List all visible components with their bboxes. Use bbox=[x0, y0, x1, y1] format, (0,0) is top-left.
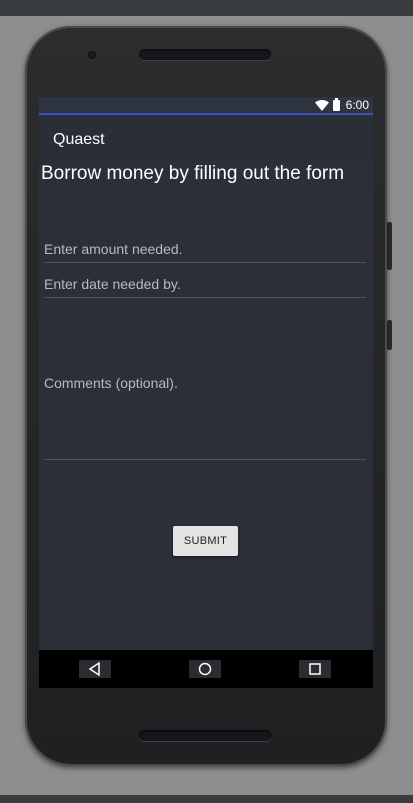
date-placeholder: Enter date needed by. bbox=[44, 276, 181, 292]
front-camera-icon bbox=[88, 51, 96, 59]
window-top-strip bbox=[0, 0, 413, 16]
power-button[interactable] bbox=[387, 222, 392, 270]
amount-placeholder: Enter amount needed. bbox=[44, 241, 183, 257]
bottom-speaker bbox=[139, 730, 271, 741]
comments-input[interactable]: Comments (optional). bbox=[44, 375, 366, 460]
amount-input[interactable]: Enter amount needed. bbox=[44, 241, 366, 263]
earpiece-speaker bbox=[139, 49, 271, 60]
navigation-bar bbox=[39, 650, 373, 688]
status-clock: 6:00 bbox=[345, 98, 369, 112]
status-bar: 6:00 bbox=[39, 97, 373, 115]
wifi-icon bbox=[314, 99, 329, 111]
submit-button[interactable]: SUBMIT bbox=[173, 526, 238, 556]
form-heading: Borrow money by filling out the form bbox=[41, 163, 345, 184]
back-button[interactable] bbox=[79, 660, 111, 678]
comments-placeholder: Comments (optional). bbox=[44, 375, 178, 391]
back-triangle-icon bbox=[88, 662, 100, 676]
recents-square-icon bbox=[309, 663, 321, 675]
home-circle-icon bbox=[198, 662, 212, 676]
battery-icon bbox=[332, 97, 340, 111]
home-button[interactable] bbox=[189, 660, 221, 678]
status-icons: 6:00 bbox=[314, 97, 369, 112]
device-screen: 6:00 Quaest Borrow money by filling out … bbox=[39, 97, 373, 688]
recents-button[interactable] bbox=[299, 660, 331, 678]
volume-button[interactable] bbox=[387, 320, 392, 350]
date-input[interactable]: Enter date needed by. bbox=[44, 276, 366, 298]
window-bottom-strip bbox=[0, 795, 413, 803]
app-bar: Quaest bbox=[39, 115, 373, 163]
app-title: Quaest bbox=[53, 131, 105, 148]
